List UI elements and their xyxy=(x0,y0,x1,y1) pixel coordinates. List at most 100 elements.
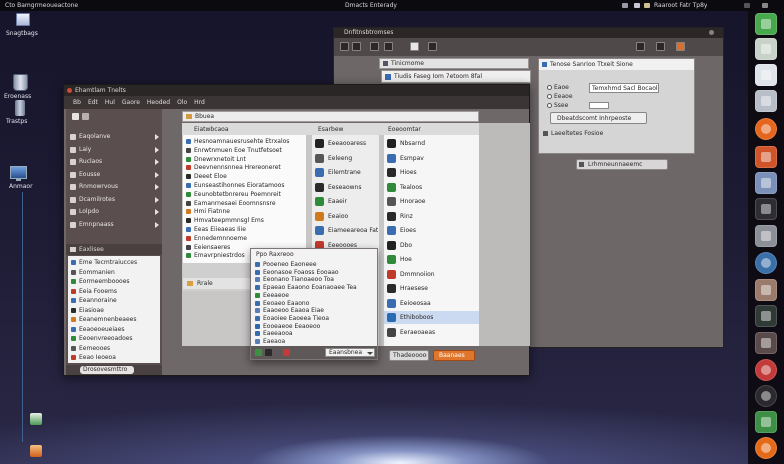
app-row[interactable]: Eeioeosaa xyxy=(384,297,479,310)
file-row[interactable]: Hesnoamnauesrusehte Etrxalos xyxy=(183,138,306,146)
app-row[interactable]: Eilemtrane xyxy=(312,166,379,179)
close-icon[interactable] xyxy=(709,30,714,35)
search-icon[interactable] xyxy=(636,42,645,51)
launcher-icon[interactable] xyxy=(30,413,42,425)
app-row[interactable]: Eeaioo xyxy=(312,210,379,223)
file-row[interactable]: Hmvateepmmnsgl Ems xyxy=(183,217,306,225)
browser-icon[interactable] xyxy=(755,437,777,459)
home-icon[interactable] xyxy=(384,42,393,51)
app-row[interactable]: Eeseaowns xyxy=(312,181,379,194)
app-row[interactable]: Eeraeoaeas xyxy=(384,326,479,339)
grid-icon[interactable] xyxy=(755,64,777,86)
secondary-button[interactable]: Thadeooooes xyxy=(389,350,429,361)
menu-item[interactable]: Edt xyxy=(88,99,98,106)
file-row[interactable]: Ennedemnnoeme xyxy=(183,235,306,243)
desktop-icon-anmaor[interactable]: Anmaor xyxy=(6,166,36,192)
file-row[interactable]: Dnewrxnetoit Lnt xyxy=(183,156,306,164)
sidebar-item[interactable]: Lolpdo xyxy=(66,207,162,217)
media-player-icon[interactable] xyxy=(755,118,777,140)
popup-item[interactable]: Eeeaeoe xyxy=(251,292,377,299)
grid-view-icon[interactable] xyxy=(72,113,79,120)
settings-icon[interactable] xyxy=(428,42,437,51)
monitor-icon[interactable] xyxy=(755,305,777,327)
app-icon[interactable] xyxy=(755,146,777,168)
folder-shortcut-icon[interactable] xyxy=(30,445,42,457)
delete-icon[interactable] xyxy=(283,349,290,356)
column-header[interactable]: Eiatwbcaoa xyxy=(194,126,229,133)
photo-icon[interactable] xyxy=(755,225,777,247)
menu-item[interactable]: Olo xyxy=(177,99,187,106)
popup-item[interactable]: Eooeaeoe Eeaoeoo xyxy=(251,323,377,330)
sidebar-item[interactable]: Eaqolanve xyxy=(66,132,162,142)
view-icon[interactable] xyxy=(410,42,419,51)
list-item[interactable]: Eeannoraine xyxy=(68,297,160,305)
document-icon[interactable] xyxy=(755,90,777,112)
popup-item[interactable]: Eeoaeo Eaaono xyxy=(251,300,377,307)
popup-item[interactable]: Eoaoiee Eaoeea Tieoa xyxy=(251,315,377,322)
download-icon[interactable] xyxy=(676,42,685,51)
active-app-title[interactable]: Cto Bamgrmeoueactone xyxy=(5,2,78,9)
list-item[interactable]: Eeanemnenbeaees xyxy=(68,316,160,324)
file-row[interactable]: Eeunobtetbnrereu Poemnreit xyxy=(183,191,306,199)
list-item[interactable]: Eeaoeoeueiaes xyxy=(68,326,160,334)
list-item[interactable]: Eme Tecmtraiucces xyxy=(68,259,160,267)
list-item[interactable]: Eiasioae xyxy=(68,307,160,315)
sidebar-item[interactable]: Rnmowrvous xyxy=(66,182,162,192)
popup-item[interactable]: Eeonasoe Foaoss Eooaao xyxy=(251,269,377,276)
app-row[interactable]: Eaaeir xyxy=(312,195,379,208)
bookmark-icon[interactable] xyxy=(656,42,665,51)
status-pill[interactable]: Drosovesmttro xyxy=(80,366,134,374)
text-field[interactable]: Temxhmd Sacl Bocaolet xyxy=(589,83,659,93)
app-row[interactable]: Hraesese xyxy=(384,282,479,295)
file-row[interactable]: Eamanrnesaei Eoomnsnsre xyxy=(183,200,306,208)
list-item[interactable]: Eommanien xyxy=(68,269,160,277)
sidebar-item[interactable]: Dcamilrotes xyxy=(66,195,162,205)
app-row[interactable]: Hioes xyxy=(384,166,479,179)
reload-icon[interactable] xyxy=(370,42,379,51)
app-row[interactable]: Esmpav xyxy=(384,152,479,165)
add-icon[interactable] xyxy=(255,349,262,356)
file-row[interactable]: Deeet Eloe xyxy=(183,173,306,181)
clock-icon[interactable] xyxy=(755,385,777,407)
dialog-action-button[interactable]: Dbeatdscomt Inhrpeoste xyxy=(550,112,647,124)
folder-icon[interactable] xyxy=(265,349,272,356)
menu-item[interactable]: Heoded xyxy=(147,99,170,106)
app-row[interactable]: Nbsarnd xyxy=(384,137,479,150)
sidebar-item[interactable]: Laiy xyxy=(66,145,162,155)
radio-option-3[interactable] xyxy=(547,103,552,108)
list-item[interactable]: Eeao Ieoeoa xyxy=(68,354,160,362)
location-bar[interactable]: Bbuea xyxy=(182,111,479,122)
column-header[interactable]: Esarbew xyxy=(318,126,343,133)
radio-option-1[interactable] xyxy=(547,85,552,90)
flag-icon[interactable] xyxy=(755,332,777,354)
list-item[interactable]: Eormeemboooes xyxy=(68,278,160,286)
app-row[interactable]: Rinz xyxy=(384,210,479,223)
primary-button[interactable]: Baanaes xyxy=(433,350,475,361)
close-app-icon[interactable] xyxy=(755,359,777,381)
menu-item[interactable]: Hul xyxy=(105,99,115,106)
desktop-icon-trastps[interactable]: Trastps xyxy=(6,100,38,126)
battery-icon[interactable] xyxy=(644,3,650,8)
back-icon[interactable] xyxy=(340,42,349,51)
menu-item[interactable]: Hrd xyxy=(194,99,205,106)
chat-icon[interactable] xyxy=(755,13,777,35)
path-field[interactable]: Tiudis Faseg Iom 7etoom 8fal xyxy=(381,70,531,83)
small-input[interactable] xyxy=(589,102,609,109)
globe-icon[interactable] xyxy=(755,252,777,274)
settings-icon[interactable] xyxy=(744,3,750,8)
popup-item[interactable]: Eaaoeoo Eaaoa Eiae xyxy=(251,307,377,314)
close-icon[interactable] xyxy=(67,88,72,93)
image-icon[interactable] xyxy=(755,172,777,194)
menu-item[interactable]: Bb xyxy=(73,99,81,106)
radio-option-2[interactable] xyxy=(547,94,552,99)
title-bar[interactable]: Ehamtlam Tnelts xyxy=(64,85,529,96)
app-row[interactable]: Dmmnoiion xyxy=(384,268,479,281)
app-row[interactable]: Eiameeareoa Fat xyxy=(312,224,379,237)
menu-item[interactable]: Gaore xyxy=(122,99,140,106)
popup-item[interactable]: Eeonano Tianoaeoo Toa xyxy=(251,276,377,283)
footer-item[interactable]: Rrale xyxy=(183,278,251,289)
app-row[interactable]: Ethiboboos xyxy=(384,311,479,324)
sidebar-item[interactable]: Eousse xyxy=(66,170,162,180)
popup-item[interactable]: Epaeao Eaaono Eoanaoaee Tea xyxy=(251,284,377,291)
volume-icon[interactable] xyxy=(634,3,640,8)
